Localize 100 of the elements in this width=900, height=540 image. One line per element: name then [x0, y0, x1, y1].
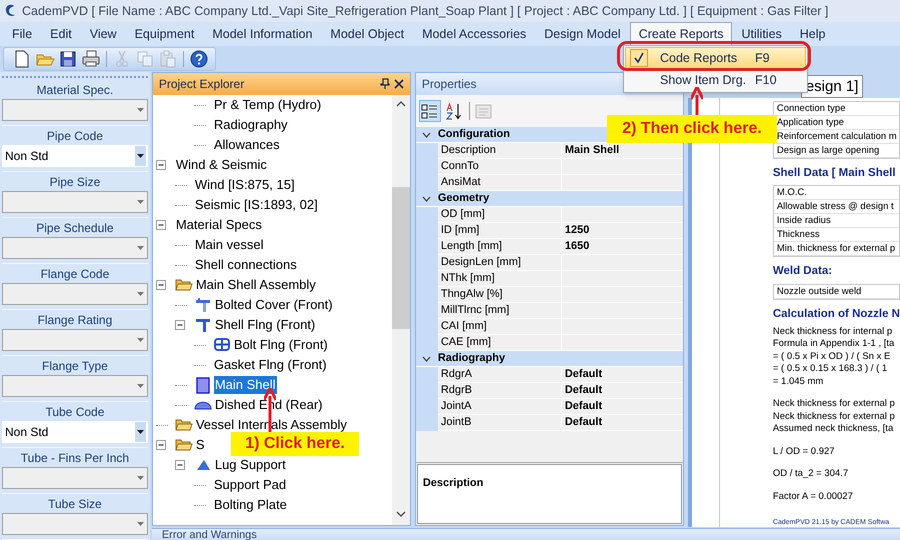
- menu-item[interactable]: Model Accessories: [413, 22, 536, 46]
- table-cell: Min. thickness for external p: [774, 242, 899, 256]
- tree-item[interactable]: Bolt Flng (Front): [232, 336, 329, 354]
- report-text: L / OD = 0.927: [772, 446, 836, 458]
- property-value[interactable]: 1650: [562, 239, 683, 255]
- table-cell: Inside radius: [774, 214, 899, 228]
- window-title: CademPVD [ File Name : ABC Company Ltd._Vapi Site_Refrigeration Plant_Soap Plant ] [ Project : ABC Company Ltd. ] [ Equipment : Gas Filter ]: [22, 2, 828, 20]
- tree-item[interactable]: Main Shell: [214, 376, 277, 394]
- help-icon[interactable]: [189, 49, 209, 69]
- tree-item[interactable]: Main Shell Assembly: [194, 276, 317, 294]
- tree-item[interactable]: Gasket Flng (Front): [212, 356, 328, 374]
- collapse-icon[interactable]: [156, 280, 166, 290]
- printer-icon[interactable]: [81, 49, 101, 69]
- field-label: Tube Code: [44, 404, 106, 421]
- tree-item[interactable]: Support Pad: [212, 476, 288, 494]
- property-value[interactable]: Default: [562, 399, 683, 415]
- dropdown-field[interactable]: Non Std: [2, 421, 148, 444]
- menu-item[interactable]: Model Information: [203, 22, 322, 46]
- collapse-icon[interactable]: [174, 460, 185, 470]
- table-cell: Thickness: [774, 228, 899, 242]
- tree-item[interactable]: Bolted Cover (Front): [214, 296, 334, 314]
- chevron-down-icon[interactable]: [422, 132, 432, 138]
- property-name: MillTlrnc [mm]: [438, 303, 562, 319]
- panel-title: Properties: [422, 76, 477, 93]
- table-cell: Allowable stress @ design t: [774, 200, 899, 214]
- tree-item[interactable]: Seismic [IS:1893, 02]: [194, 196, 319, 214]
- menu-item[interactable]: View: [80, 22, 126, 46]
- menu-option-label: Show Item Drg.: [660, 72, 748, 89]
- menu-item[interactable]: File: [3, 22, 42, 46]
- property-name: ID [mm]: [438, 223, 562, 239]
- property-value[interactable]: Main Shell: [562, 143, 683, 159]
- tree-item[interactable]: Shell Flng (Front): [214, 316, 316, 334]
- report-text: Factor A = 0.00027: [772, 490, 854, 504]
- flange-cover-icon: [194, 296, 212, 314]
- tree-item[interactable]: Lug Support: [214, 456, 287, 474]
- menu-item[interactable]: Utilities: [732, 22, 791, 46]
- category-label: Radiography: [438, 351, 506, 366]
- scroll-up-icon[interactable]: [396, 101, 406, 107]
- tree-item[interactable]: S: [194, 436, 206, 454]
- dished-end-icon: [194, 400, 212, 410]
- property-name: Description: [438, 143, 562, 159]
- panel-title: Project Explorer: [158, 76, 246, 93]
- flange-icon: [194, 316, 212, 334]
- property-name: JointB: [438, 415, 562, 431]
- menu-item[interactable]: Help: [790, 22, 834, 46]
- field-label: Tube Size: [47, 496, 103, 513]
- menu-item[interactable]: Equipment: [126, 22, 204, 46]
- close-icon[interactable]: [394, 79, 404, 89]
- property-name: ThngAlw [%]: [438, 287, 562, 303]
- callout-label: 1) Click here.: [231, 432, 359, 456]
- tree-item[interactable]: Bolting Plate: [212, 496, 288, 514]
- report-text: Neck thickness for internal p Formula in Appendix 1-1 , [ta = ( 0.5 x Pi x OD ) / ( Sn x E = ( 0.5 x 0.15 x 168.3 ) / ( 1 = 1.045 mm: [772, 326, 896, 388]
- pin-icon[interactable]: [380, 78, 390, 90]
- menu-item[interactable]: Design Model: [535, 22, 630, 46]
- chevron-down-icon[interactable]: [422, 196, 432, 202]
- property-name: DesignLen [mm]: [438, 255, 562, 271]
- tree-item[interactable]: Shell connections: [194, 256, 298, 274]
- table-cell: Connection type: [774, 102, 899, 116]
- menu-item[interactable]: Edit: [41, 22, 81, 46]
- collapse-icon[interactable]: [156, 160, 166, 170]
- menu-item[interactable]: Model Object: [321, 22, 414, 46]
- field-label: Tube - Fins Per Inch: [20, 450, 130, 467]
- property-value[interactable]: Default: [562, 383, 683, 399]
- property-name: OD [mm]: [438, 207, 562, 223]
- property-name: CAI [mm]: [438, 319, 562, 335]
- tree-item[interactable]: Pr & Temp (Hydro): [212, 96, 322, 114]
- property-value[interactable]: Default: [562, 415, 683, 431]
- collapse-icon[interactable]: [156, 220, 166, 230]
- tree-item[interactable]: Material Specs: [174, 216, 263, 234]
- category-label: Geometry: [438, 191, 490, 206]
- category-label: Configuration: [438, 127, 510, 142]
- collapse-icon[interactable]: [156, 440, 166, 450]
- table-cell: M.O.C.: [774, 186, 899, 200]
- tree-item[interactable]: Wind [IS:875, 15]: [194, 176, 296, 194]
- tree-item[interactable]: Main vessel: [194, 236, 264, 254]
- tree-item[interactable]: Allowances: [212, 136, 281, 154]
- bolt-icon: [212, 336, 231, 354]
- dropdown-field[interactable]: Non Std: [2, 145, 148, 168]
- section-heading: Calculation of Nozzle N: [772, 306, 900, 322]
- property-value[interactable]: 1250: [562, 223, 683, 239]
- tree-item[interactable]: Wind & Seismic: [174, 156, 268, 174]
- field-label: Material Spec.: [36, 82, 114, 99]
- dropdown-arrow-icon[interactable]: [136, 430, 144, 434]
- scrollbar[interactable]: [392, 95, 410, 525]
- property-name: NThk [mm]: [438, 271, 562, 287]
- scrollbar-thumb[interactable]: [392, 187, 410, 329]
- menu-option[interactable]: Code Reports F9: [625, 47, 806, 69]
- property-name: ConnTo: [438, 159, 562, 175]
- tree-item[interactable]: Radiography: [212, 116, 289, 134]
- scroll-down-icon[interactable]: [396, 511, 406, 517]
- property-name: JointA: [438, 399, 562, 415]
- field-label: Pipe Schedule: [35, 220, 115, 237]
- chevron-down-icon[interactable]: [422, 356, 432, 362]
- dropdown-arrow-icon[interactable]: [136, 154, 144, 158]
- section-heading: Weld Data:: [772, 264, 834, 280]
- property-value[interactable]: Default: [562, 367, 683, 383]
- property-name: RdgrA: [438, 367, 562, 383]
- collapse-icon[interactable]: [174, 320, 185, 330]
- categorized-view-icon[interactable]: [420, 102, 440, 120]
- shell-icon: [194, 376, 212, 394]
